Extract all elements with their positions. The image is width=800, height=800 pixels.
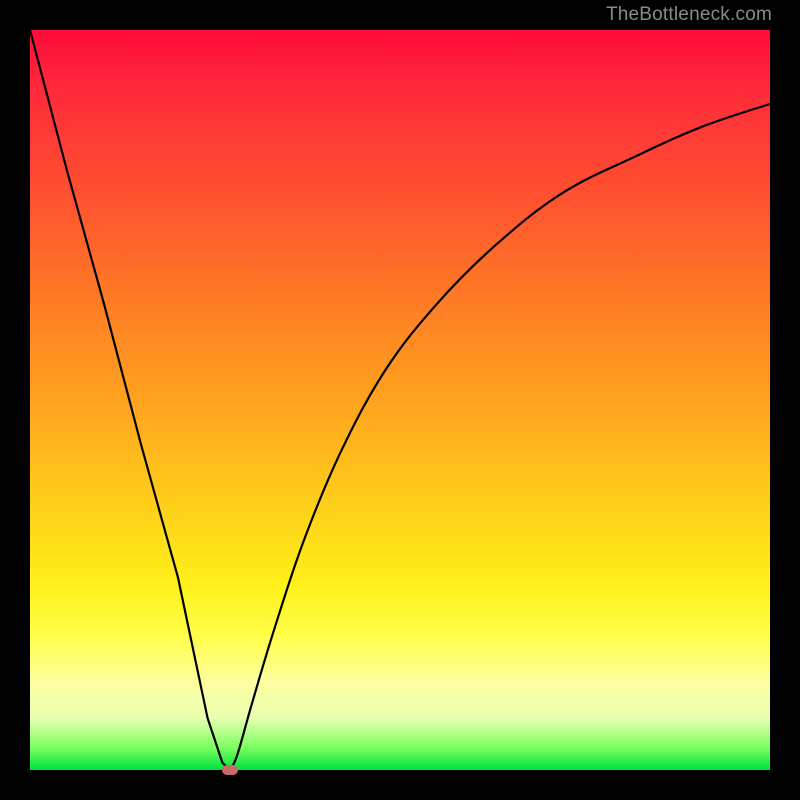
optimum-marker [222,765,238,775]
chart-frame: TheBottleneck.com [0,0,800,800]
plot-area [30,30,770,770]
watermark-text: TheBottleneck.com [606,4,772,26]
bottleneck-curve [30,30,770,770]
